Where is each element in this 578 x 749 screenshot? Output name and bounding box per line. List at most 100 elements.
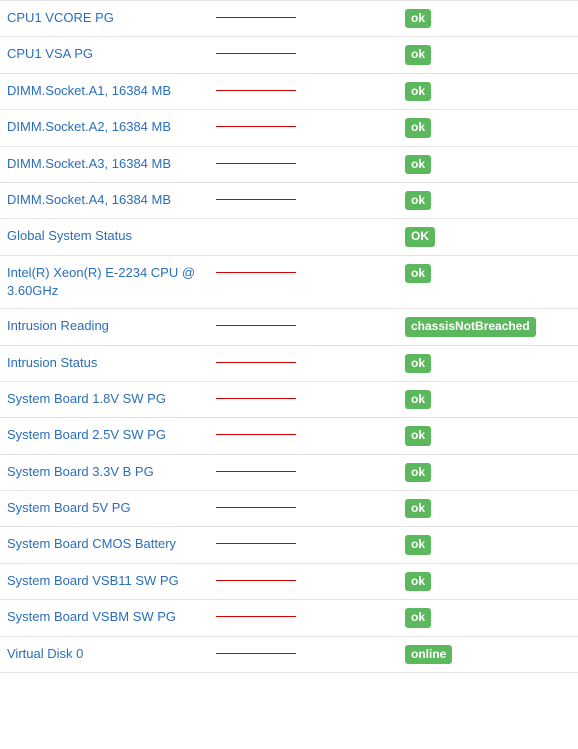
sensor-link[interactable]: System Board VSBM SW PG — [7, 608, 176, 626]
sparkline-icon — [216, 45, 296, 54]
status-badge: ok — [405, 463, 431, 482]
table-row: CPU1 VCORE PG ok — [0, 1, 578, 37]
sensor-link[interactable]: DIMM.Socket.A3, 16384 MB — [7, 155, 171, 173]
status-badge: ok — [405, 390, 431, 409]
status-badge: ok — [405, 45, 431, 64]
status-badge: ok — [405, 354, 431, 373]
sensor-link[interactable]: Global System Status — [7, 227, 132, 245]
table-row: Global System Status OK — [0, 219, 578, 255]
sensor-status-cell: chassisNotBreached — [398, 309, 578, 345]
sensor-link[interactable]: Intel(R) Xeon(R) E-2234 CPU @ 3.60GHz — [7, 264, 202, 300]
sparkline-icon — [216, 9, 296, 18]
sensor-graph-cell — [209, 182, 398, 218]
sensor-name-cell: Intrusion Status — [0, 345, 209, 381]
sensor-name-cell: CPU1 VCORE PG — [0, 1, 209, 37]
status-badge: ok — [405, 426, 431, 445]
sensor-link[interactable]: System Board CMOS Battery — [7, 535, 176, 553]
table-row: Intrusion Reading chassisNotBreached — [0, 309, 578, 345]
table-row: Virtual Disk 0 online — [0, 636, 578, 672]
table-row: DIMM.Socket.A1, 16384 MB ok — [0, 73, 578, 109]
status-badge: ok — [405, 608, 431, 627]
sparkline-icon — [216, 264, 296, 273]
sparkline-icon — [216, 572, 296, 581]
sensor-graph-cell — [209, 491, 398, 527]
sensor-graph-cell — [209, 110, 398, 146]
sensor-status-cell: ok — [398, 491, 578, 527]
status-badge: ok — [405, 82, 431, 101]
sensor-link[interactable]: System Board 3.3V B PG — [7, 463, 154, 481]
sensor-graph-cell — [209, 454, 398, 490]
sensor-status-cell: ok — [398, 1, 578, 37]
sensor-graph-cell — [209, 73, 398, 109]
sensor-graph-cell — [209, 527, 398, 563]
sensor-name-cell: System Board 1.8V SW PG — [0, 381, 209, 417]
sensor-name-cell: CPU1 VSA PG — [0, 37, 209, 73]
sensor-status-cell: online — [398, 636, 578, 672]
sensor-status-cell: OK — [398, 219, 578, 255]
sensor-graph-cell — [209, 345, 398, 381]
sensor-graph-cell — [209, 146, 398, 182]
table-row: System Board 2.5V SW PG ok — [0, 418, 578, 454]
status-badge: ok — [405, 535, 431, 554]
status-badge: chassisNotBreached — [405, 317, 536, 336]
sensor-graph-cell — [209, 418, 398, 454]
sensor-name-cell: System Board 5V PG — [0, 491, 209, 527]
sensor-graph-cell — [209, 381, 398, 417]
table-row: System Board VSB11 SW PGok — [0, 563, 578, 599]
sensor-status-cell: ok — [398, 345, 578, 381]
sparkline-icon — [216, 82, 296, 91]
sensor-status-cell: ok — [398, 418, 578, 454]
sensor-name-cell: System Board 3.3V B PG — [0, 454, 209, 490]
sensor-name-cell: Intel(R) Xeon(R) E-2234 CPU @ 3.60GHz — [0, 255, 209, 308]
table-row: System Board 1.8V SW PG ok — [0, 381, 578, 417]
sensor-table: CPU1 VCORE PGokCPU1 VSA PGokDIMM.Socket.… — [0, 0, 578, 673]
sparkline-icon — [216, 191, 296, 200]
sensor-status-cell: ok — [398, 182, 578, 218]
sensor-graph-cell — [209, 1, 398, 37]
sensor-link[interactable]: Intrusion Reading — [7, 317, 109, 335]
sensor-link[interactable]: CPU1 VSA PG — [7, 45, 93, 63]
sensor-graph-cell — [209, 219, 398, 255]
sensor-status-cell: ok — [398, 37, 578, 73]
sensor-name-cell: DIMM.Socket.A1, 16384 MB — [0, 73, 209, 109]
sensor-link[interactable]: System Board VSB11 SW PG — [7, 572, 179, 590]
sensor-graph-cell — [209, 309, 398, 345]
sensor-name-cell: Virtual Disk 0 — [0, 636, 209, 672]
sensor-graph-cell — [209, 600, 398, 636]
sensor-link[interactable]: System Board 1.8V SW PG — [7, 390, 166, 408]
sparkline-icon — [216, 155, 296, 164]
table-row: DIMM.Socket.A2, 16384 MB ok — [0, 110, 578, 146]
status-badge: ok — [405, 191, 431, 210]
sensor-link[interactable]: Intrusion Status — [7, 354, 97, 372]
status-badge: ok — [405, 499, 431, 518]
sensor-link[interactable]: System Board 5V PG — [7, 499, 131, 517]
sensor-graph-cell — [209, 563, 398, 599]
sensor-status-cell: ok — [398, 73, 578, 109]
sparkline-icon — [216, 390, 296, 399]
status-badge: OK — [405, 227, 435, 246]
sparkline-icon — [216, 317, 296, 326]
table-row: System Board VSBM SW PG ok — [0, 600, 578, 636]
sensor-name-cell: System Board CMOS Battery — [0, 527, 209, 563]
sensor-link[interactable]: DIMM.Socket.A4, 16384 MB — [7, 191, 171, 209]
sensor-link[interactable]: DIMM.Socket.A2, 16384 MB — [7, 118, 171, 136]
sensor-link[interactable]: Virtual Disk 0 — [7, 645, 83, 663]
status-badge: ok — [405, 118, 431, 137]
table-row: Intrusion Status ok — [0, 345, 578, 381]
sensor-name-cell: DIMM.Socket.A3, 16384 MB — [0, 146, 209, 182]
sensor-status-cell: ok — [398, 381, 578, 417]
sensor-status-cell: ok — [398, 146, 578, 182]
sensor-status-cell: ok — [398, 110, 578, 146]
table-row: System Board CMOS Battery ok — [0, 527, 578, 563]
sparkline-icon — [216, 426, 296, 435]
status-badge: ok — [405, 155, 431, 174]
status-badge: ok — [405, 264, 431, 283]
sensor-link[interactable]: System Board 2.5V SW PG — [7, 426, 166, 444]
sparkline-icon — [216, 645, 296, 654]
sensor-link[interactable]: CPU1 VCORE PG — [7, 9, 114, 27]
table-row: Intel(R) Xeon(R) E-2234 CPU @ 3.60GHz ok — [0, 255, 578, 308]
sensor-link[interactable]: DIMM.Socket.A1, 16384 MB — [7, 82, 171, 100]
sensor-graph-cell — [209, 255, 398, 308]
sparkline-icon — [216, 499, 296, 508]
sensor-graph-cell — [209, 37, 398, 73]
